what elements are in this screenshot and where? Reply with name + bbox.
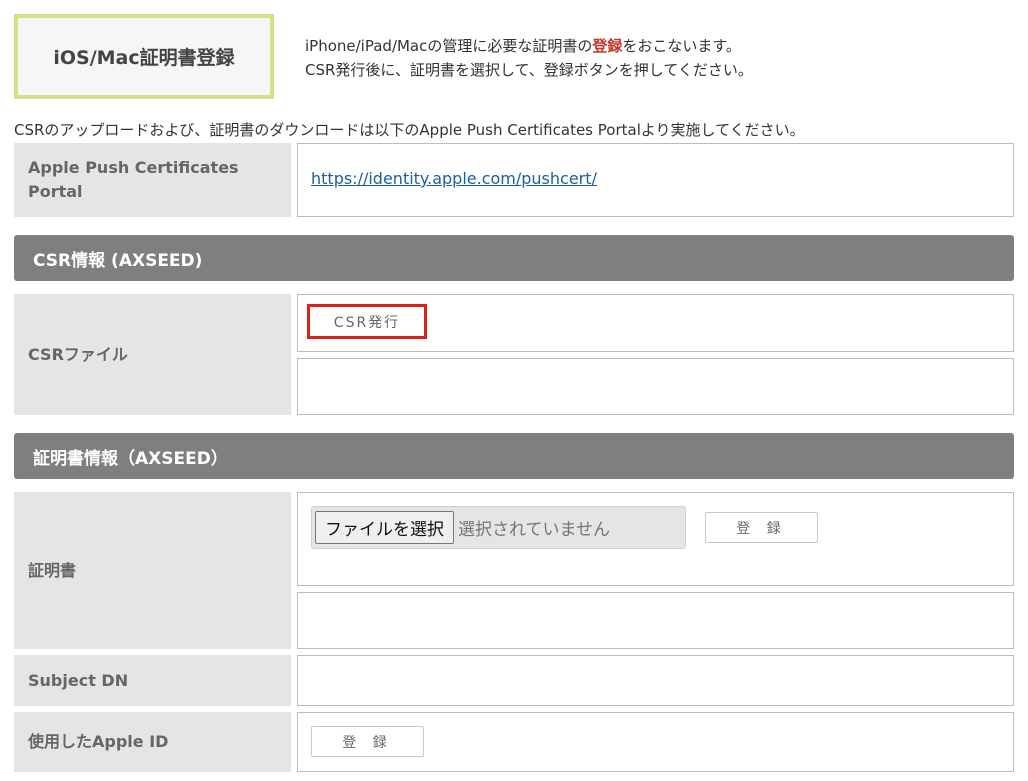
csr-file-label: CSRファイル (28, 344, 128, 364)
csr-issue-button[interactable]: CSR発行 (307, 304, 427, 339)
file-input[interactable]: ファイルを選択 選択されていません (311, 506, 686, 549)
intro-text: iPhone/iPad/Macの管理に必要な証明書の登録をおこないます。 CSR… (305, 34, 753, 82)
portal-link[interactable]: https://identity.apple.com/pushcert/ (311, 169, 597, 188)
intro-line-2: CSR発行後に、証明書を選択して、登録ボタンを押してください。 (305, 61, 753, 79)
subject-dn-value-cell (297, 655, 1014, 706)
cert-register-button[interactable]: 登 録 (705, 512, 818, 543)
csr-label-cell: CSRファイル (14, 294, 291, 415)
page-title: iOS/Mac証明書登録 (14, 14, 274, 99)
intro-line-1: iPhone/iPad/Macの管理に必要な証明書の登録をおこないます。 (305, 37, 741, 55)
cert-upload-cell: ファイルを選択 選択されていません 登 録 (297, 492, 1014, 586)
cert-value-cell (297, 592, 1014, 649)
portal-label-cell: Apple Push Certificates Portal (14, 143, 291, 217)
apple-id-label-cell: 使用したApple ID (14, 712, 291, 772)
subject-dn-label: Subject DN (28, 670, 129, 690)
portal-notice: CSRのアップロードおよび、証明書のダウンロードは以下のApple Push C… (14, 121, 805, 139)
intro-emphasis: 登録 (592, 37, 623, 55)
file-status: 選択されていません (458, 520, 610, 540)
portal-value-cell: https://identity.apple.com/pushcert/ (297, 143, 1014, 217)
portal-label: Apple Push Certificates Portal (28, 158, 239, 201)
csr-action-cell: CSR発行 (297, 294, 1014, 352)
csr-file-value-cell (297, 358, 1014, 415)
apple-id-register-button[interactable]: 登 録 (311, 726, 424, 757)
apple-id-label: 使用したApple ID (28, 732, 169, 751)
cert-label: 証明書 (28, 560, 77, 580)
csr-section-header: CSR情報 (AXSEED) (14, 235, 1014, 281)
apple-id-value-cell: 登 録 (297, 712, 1014, 772)
subject-dn-label-cell: Subject DN (14, 655, 291, 706)
cert-section-header: 証明書情報（AXSEED） (14, 433, 1014, 479)
cert-label-cell: 証明書 (14, 492, 291, 649)
choose-file-button[interactable]: ファイルを選択 (315, 511, 454, 544)
